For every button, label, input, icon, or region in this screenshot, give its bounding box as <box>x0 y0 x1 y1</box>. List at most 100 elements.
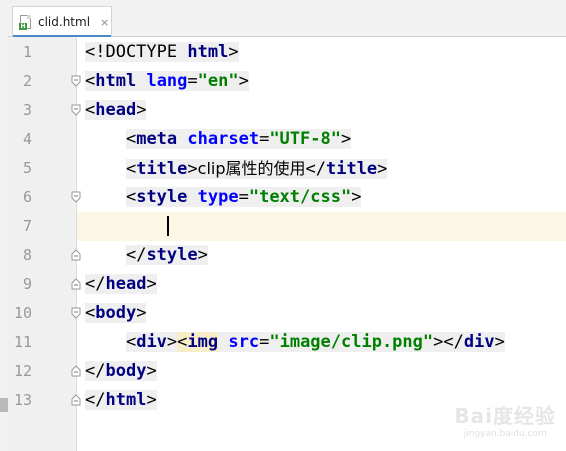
attr-value: "image/clip.png" <box>269 332 434 352</box>
line-number: 13 <box>13 391 32 409</box>
tag-open: < <box>125 187 137 207</box>
baidu-jingyan-watermark: Bai度经验 jingyan.baidu.com <box>454 400 556 439</box>
fold-close-icon[interactable] <box>71 394 81 406</box>
line-number: 11 <box>13 333 32 351</box>
tag-open: </ <box>85 274 106 294</box>
code-line[interactable]: 2 <html lang="en"> <box>8 67 566 96</box>
html-file-icon: H <box>19 14 32 30</box>
line-number: 6 <box>22 188 32 206</box>
tag-name: html <box>95 71 137 91</box>
tag-name: title <box>325 159 378 179</box>
line-number: 3 <box>22 101 32 119</box>
tag-close: > <box>351 187 362 207</box>
code-line[interactable]: 6 <style type="text/css"> <box>8 183 566 212</box>
tab-clid-html[interactable]: H clid.html × <box>12 6 112 38</box>
editor-tab-bar: H clid.html × <box>8 0 566 38</box>
line-number: 5 <box>22 159 32 177</box>
tag-close: > <box>136 303 147 323</box>
attr-eq: = <box>238 187 249 207</box>
code-line[interactable]: 12 </body> <box>8 357 566 386</box>
tag-close: > <box>187 159 198 179</box>
line-number: 4 <box>22 130 32 148</box>
fold-open-icon[interactable] <box>71 191 81 203</box>
tag-close: > <box>433 332 444 352</box>
code-line[interactable]: 10 <body> <box>8 299 566 328</box>
fold-close-icon[interactable] <box>71 249 81 261</box>
code-line[interactable]: 3 <head> <box>8 96 566 125</box>
tag-name: head <box>95 100 137 120</box>
tag-open: </ <box>85 361 106 381</box>
tag-close: > <box>228 42 239 62</box>
line-number: 10 <box>13 304 32 322</box>
text-caret <box>166 216 169 236</box>
code-line[interactable]: 8 </style> <box>8 241 566 270</box>
tag-name: html <box>105 390 147 410</box>
fold-open-icon[interactable] <box>71 104 81 116</box>
tag-close: > <box>197 245 208 265</box>
tag-name: body <box>105 361 147 381</box>
tag-name: div <box>136 332 167 352</box>
tag-name: style <box>136 187 188 207</box>
attr-value: "en" <box>197 71 239 91</box>
tag-name: body <box>95 303 137 323</box>
watermark-url: jingyan.baidu.com <box>463 429 547 439</box>
code-line[interactable]: 5 <title>clip属性的使用</title> <box>8 154 566 183</box>
code-line[interactable]: 11 <div><img src="image/clip.png"></div> <box>8 328 566 357</box>
tag-open: </ <box>125 245 147 265</box>
code-line[interactable]: 1 <!DOCTYPE html> <box>8 38 566 67</box>
tab-title: clid.html <box>38 15 91 29</box>
attr-name: charset <box>187 129 260 149</box>
tag-open: </ <box>305 159 326 179</box>
fold-open-icon[interactable] <box>71 307 81 319</box>
tag-close: > <box>377 159 388 179</box>
attr-eq: = <box>259 129 270 149</box>
code-line[interactable]: 4 <meta charset="UTF-8"> <box>8 125 566 154</box>
attr-eq: = <box>259 332 270 352</box>
tag-close: > <box>146 274 157 294</box>
line-number: 1 <box>22 43 32 61</box>
tag-name: head <box>105 274 147 294</box>
tag-open: < <box>85 71 96 91</box>
attr-name: src <box>228 332 260 352</box>
doctype-open: <!DOCTYPE <box>85 42 188 62</box>
tag-close: > <box>238 71 249 91</box>
attr-value: "UTF-8" <box>269 129 341 149</box>
code-line[interactable]: 9 </head> <box>8 270 566 299</box>
title-text: clip属性的使用 <box>197 159 306 178</box>
tag-name: title <box>136 159 188 179</box>
tag-open: </ <box>443 332 464 352</box>
img-tag-name: img <box>187 332 219 352</box>
fold-open-icon[interactable] <box>71 75 81 87</box>
line-number: 9 <box>22 275 32 293</box>
close-icon[interactable]: × <box>100 16 109 29</box>
code-line-current[interactable]: 7 <box>8 212 566 241</box>
tag-open: < <box>85 303 96 323</box>
doctype-name: html <box>187 42 229 62</box>
strip-marker <box>0 398 8 412</box>
tag-close: > <box>340 129 352 149</box>
tag-open: </ <box>85 390 106 410</box>
attr-eq: = <box>187 71 198 91</box>
tag-close: > <box>136 100 147 120</box>
tag-close: > <box>146 361 157 381</box>
fold-close-icon[interactable] <box>71 278 81 290</box>
tag-close: > <box>494 332 505 352</box>
line-number: 7 <box>22 217 32 235</box>
tag-open: < <box>125 159 137 179</box>
tag-close: > <box>166 332 178 352</box>
code-editor[interactable]: 1 <!DOCTYPE html> 2 <html lang="en"> 3 <… <box>8 37 566 451</box>
attr-value: "text/css" <box>248 187 352 207</box>
attr-name: type <box>197 187 239 207</box>
tag-name: meta <box>136 129 178 149</box>
tag-name: style <box>146 245 198 265</box>
tag-open: < <box>125 129 137 149</box>
fold-close-icon[interactable] <box>71 365 81 377</box>
